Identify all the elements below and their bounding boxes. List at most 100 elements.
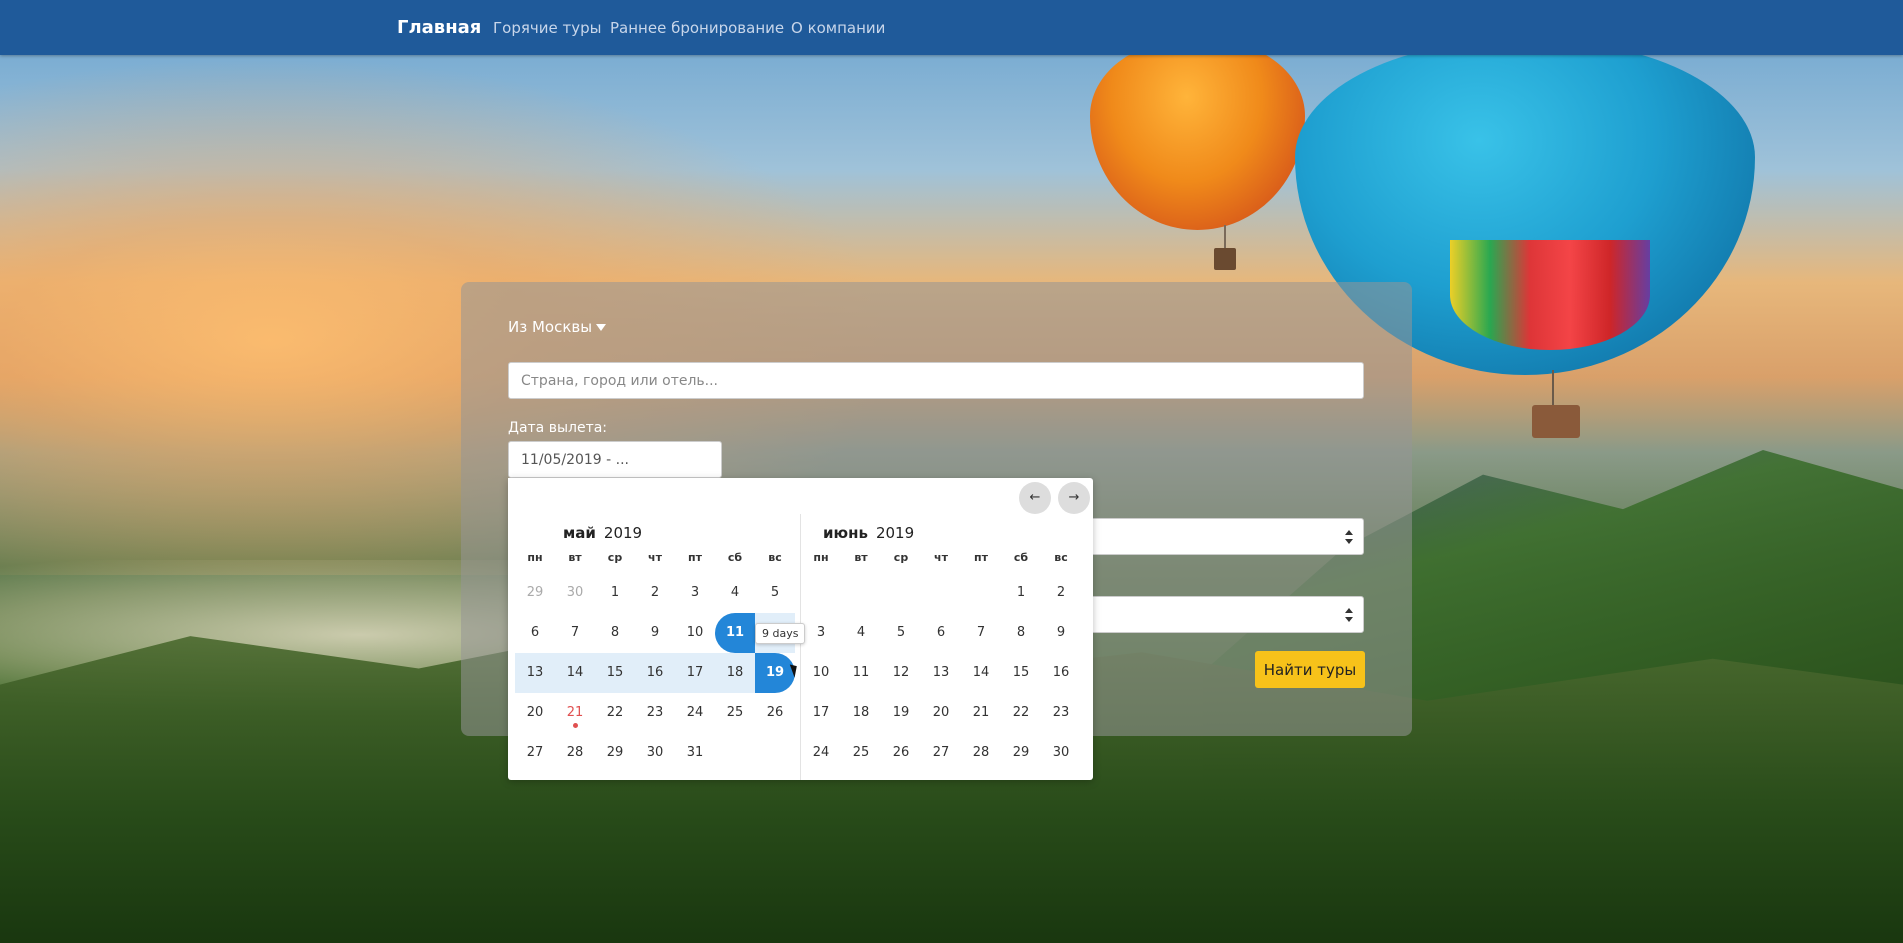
calendar-day[interactable]: 29 [595, 733, 635, 773]
calendar-day[interactable]: 26 [755, 693, 795, 733]
nav-home-link[interactable]: Главная [397, 17, 481, 38]
calendar-day[interactable]: 30 [1041, 733, 1081, 773]
calendar-day[interactable]: 25 [841, 733, 881, 773]
calendar-day[interactable]: 2 [635, 573, 675, 613]
calendar-day[interactable]: 2 [1041, 573, 1081, 613]
calendar-day[interactable]: 14 [961, 653, 1001, 693]
calendar-day[interactable]: 18 [715, 653, 755, 693]
nights-select[interactable] [1090, 518, 1364, 555]
departure-city-label: Из Москвы [508, 318, 593, 336]
calendar-day[interactable]: 13 [921, 653, 961, 693]
calendar-day[interactable]: 28 [961, 733, 1001, 773]
calendar-day[interactable]: 11 [715, 613, 755, 653]
blue-balloon-basket [1532, 405, 1580, 438]
calendar-day[interactable]: 25 [715, 693, 755, 733]
calendar-day[interactable]: 6 [515, 613, 555, 653]
calendar-day[interactable]: 7 [555, 613, 595, 653]
calendar-day[interactable]: 29 [515, 573, 555, 613]
range-length-tooltip: 9 days [755, 623, 806, 644]
prev-month-button[interactable]: ← [1019, 482, 1051, 514]
calendar-day[interactable]: 24 [801, 733, 841, 773]
calendar-day[interactable]: 14 [555, 653, 595, 693]
calendar-day[interactable]: 3 [801, 613, 841, 653]
calendar-day[interactable]: 21 [961, 693, 1001, 733]
calendar-day[interactable]: 19 [881, 693, 921, 733]
calendar-day[interactable]: 17 [675, 653, 715, 693]
calendar-day[interactable]: 28 [555, 733, 595, 773]
calendar-day[interactable]: 11 [841, 653, 881, 693]
weekday-header: сб [727, 551, 743, 564]
calendar-day[interactable]: 3 [675, 573, 715, 613]
calendar-day[interactable]: 5 [881, 613, 921, 653]
weekday-header: вс [1054, 551, 1068, 564]
select-arrows-icon [1345, 530, 1353, 544]
calendar-day[interactable]: 24 [675, 693, 715, 733]
month-year: 2019 [603, 524, 643, 542]
weekday-header: чт [648, 551, 662, 564]
departure-date-label: Дата вылета: [508, 420, 608, 436]
calendar-day[interactable]: 4 [715, 573, 755, 613]
calendar-day[interactable]: 8 [1001, 613, 1041, 653]
calendar-day[interactable]: 29 [1001, 733, 1041, 773]
calendar-day[interactable]: 20 [515, 693, 555, 733]
weekday-header: вт [568, 551, 582, 564]
calendar-day[interactable]: 31 [675, 733, 715, 773]
tourists-select[interactable] [1090, 596, 1364, 633]
next-month-button[interactable]: → [1058, 482, 1090, 514]
nav-link-about[interactable]: О компании [791, 19, 885, 37]
month-title: июнь 2019 [823, 524, 914, 542]
calendar-day[interactable]: 9 [1041, 613, 1081, 653]
calendar-day[interactable]: 17 [801, 693, 841, 733]
weekday-header: пн [527, 551, 543, 564]
calendar-day[interactable]: 19 [755, 653, 795, 693]
caret-down-icon [596, 324, 607, 331]
weekday-header: ср [607, 551, 623, 564]
navbar: Главная Горячие туры Раннее бронирование… [0, 0, 1903, 55]
calendar-day[interactable]: 7 [961, 613, 1001, 653]
calendar-day[interactable]: 15 [1001, 653, 1041, 693]
calendar-day[interactable]: 27 [515, 733, 555, 773]
calendar-day[interactable]: 12 [881, 653, 921, 693]
calendar-day[interactable]: 9 [635, 613, 675, 653]
calendar-day[interactable]: 20 [921, 693, 961, 733]
calendar-day[interactable]: 16 [1041, 653, 1081, 693]
calendar-day[interactable]: 8 [595, 613, 635, 653]
blue-balloon-rope [1552, 370, 1554, 408]
calendar-day[interactable]: 10 [801, 653, 841, 693]
weekday-header: вс [768, 551, 782, 564]
departure-city-dropdown[interactable]: Из Москвы [508, 318, 607, 336]
weekday-header: пт [688, 551, 702, 564]
destination-input[interactable] [508, 362, 1364, 399]
calendar-day[interactable]: 30 [555, 573, 595, 613]
nav-link-hot-tours[interactable]: Горячие туры [493, 19, 601, 37]
weekday-header: чт [934, 551, 948, 564]
calendar-day[interactable]: 10 [675, 613, 715, 653]
calendar-day[interactable]: 22 [1001, 693, 1041, 733]
month-name: июнь [823, 524, 868, 542]
month-title: май 2019 [563, 524, 642, 542]
calendar-day[interactable]: 4 [841, 613, 881, 653]
calendar-day[interactable]: 15 [595, 653, 635, 693]
nav-link-early-booking[interactable]: Раннее бронирование [610, 19, 784, 37]
calendar-day[interactable]: 21 [555, 693, 595, 733]
calendar-day[interactable]: 27 [921, 733, 961, 773]
month-name: май [563, 524, 596, 542]
weekday-header: пт [974, 551, 988, 564]
calendar-day[interactable]: 30 [635, 733, 675, 773]
find-tours-button[interactable]: Найти туры [1255, 651, 1365, 688]
calendar-day[interactable]: 13 [515, 653, 555, 693]
calendar-day[interactable]: 1 [595, 573, 635, 613]
calendar-day[interactable]: 16 [635, 653, 675, 693]
weekday-header: вт [854, 551, 868, 564]
calendar-day[interactable]: 23 [635, 693, 675, 733]
select-arrows-icon [1345, 608, 1353, 622]
calendar-day[interactable]: 23 [1041, 693, 1081, 733]
month-year: 2019 [875, 524, 915, 542]
calendar-day[interactable]: 18 [841, 693, 881, 733]
calendar-day[interactable]: 22 [595, 693, 635, 733]
departure-date-input[interactable] [508, 441, 722, 478]
calendar-day[interactable]: 6 [921, 613, 961, 653]
calendar-day[interactable]: 1 [1001, 573, 1041, 613]
calendar-day[interactable]: 5 [755, 573, 795, 613]
calendar-day[interactable]: 26 [881, 733, 921, 773]
